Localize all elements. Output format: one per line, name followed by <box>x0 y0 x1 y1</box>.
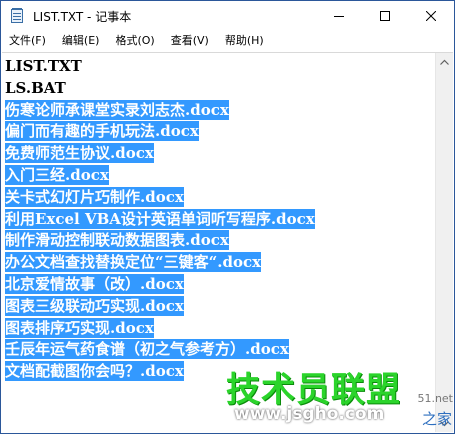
maximize-button[interactable] <box>362 1 408 31</box>
text-line[interactable]: 制作滑动控制联动数据图表.docx <box>5 230 435 252</box>
text-line-content: 伤寒论师承课堂实录刘志杰.docx <box>5 99 229 120</box>
text-line-content: 文档配截图你会吗？.docx <box>5 361 184 382</box>
text-line[interactable]: 偏门而有趣的手机玩法.docx <box>5 121 435 143</box>
text-line[interactable]: 伤寒论师承课堂实录刘志杰.docx <box>5 99 435 122</box>
caption-buttons <box>316 1 454 31</box>
text-line-content: 入门三经.docx <box>5 164 109 185</box>
text-line-content: 利用Excel VBA设计英语单词听写程序.docx <box>5 208 315 229</box>
text-editor[interactable]: LIST.TXT LS.BAT 伤寒论师承课堂实录刘志杰.docx 偏门而有趣的手机玩… <box>2 52 453 432</box>
chevron-up-icon <box>440 59 449 65</box>
text-line[interactable]: 图表排序巧实现.docx <box>5 317 435 340</box>
text-line-content: 关卡式幻灯片巧制作.docx <box>5 186 184 207</box>
menu-edit[interactable]: 编辑(E) <box>54 31 108 51</box>
text-line[interactable]: 入门三经.docx <box>5 164 435 187</box>
notepad-window: LIST.TXT - 记事本 文件(F) 编辑(E) 格式(O) 查看(V) 帮… <box>0 0 455 434</box>
minimize-icon <box>334 16 344 17</box>
minimize-button[interactable] <box>316 1 362 31</box>
scroll-track[interactable] <box>439 71 449 414</box>
menu-bar: 文件(F) 编辑(E) 格式(O) 查看(V) 帮助(H) <box>1 31 454 51</box>
menu-format[interactable]: 格式(O) <box>107 31 162 51</box>
text-line-content: LIST.TXT <box>5 57 82 75</box>
text-line-content: LS.BAT <box>5 78 66 97</box>
text-line-content: 办公文档查找替换定位“三键客“.docx <box>5 252 262 273</box>
chevron-down-icon <box>440 420 449 426</box>
text-line-content: 图表排序巧实现.docx <box>5 317 154 338</box>
text-line[interactable]: 北京爱情故事（改）.docx <box>5 273 435 296</box>
menu-view[interactable]: 查看(V) <box>163 31 217 51</box>
text-line-content: 偏门而有趣的手机玩法.docx <box>5 121 199 142</box>
text-content[interactable]: LIST.TXT LS.BAT 伤寒论师承课堂实录刘志杰.docx 偏门而有趣的手机玩… <box>5 56 435 432</box>
text-line[interactable]: 办公文档查找替换定位“三键客“.docx <box>5 252 435 274</box>
text-line[interactable]: 壬辰年运气药食谱（初之气参考方）.docx <box>5 339 435 361</box>
scroll-up-button[interactable] <box>436 53 453 70</box>
notepad-icon[interactable] <box>9 8 25 24</box>
text-line[interactable]: LS.BAT <box>5 78 435 100</box>
text-line-content: 制作滑动控制联动数据图表.docx <box>5 230 229 251</box>
vertical-scrollbar[interactable] <box>435 53 453 432</box>
text-line-content: 图表三级联动巧实现.docx <box>5 295 184 316</box>
text-line[interactable]: 关卡式幻灯片巧制作.docx <box>5 186 435 209</box>
window-title: LIST.TXT - 记事本 <box>33 9 132 24</box>
scroll-down-button[interactable] <box>436 415 453 432</box>
text-line[interactable]: LIST.TXT <box>5 56 435 78</box>
close-icon <box>426 11 436 21</box>
text-line[interactable]: 利用Excel VBA设计英语单词听写程序.docx <box>5 208 435 231</box>
close-button[interactable] <box>408 1 454 31</box>
menu-help[interactable]: 帮助(H) <box>217 31 272 51</box>
text-line[interactable]: 图表三级联动巧实现.docx <box>5 295 435 318</box>
text-line[interactable]: 免费师范生协议.docx <box>5 143 435 165</box>
menu-file[interactable]: 文件(F) <box>1 31 54 51</box>
text-line-content: 免费师范生协议.docx <box>5 143 154 164</box>
text-line-content: 壬辰年运气药食谱（初之气参考方）.docx <box>5 339 289 360</box>
text-line[interactable]: 文档配截图你会吗？.docx <box>5 361 435 383</box>
text-line-content: 北京爱情故事（改）.docx <box>5 273 184 294</box>
maximize-icon <box>380 11 390 21</box>
title-bar[interactable]: LIST.TXT - 记事本 <box>1 1 454 31</box>
